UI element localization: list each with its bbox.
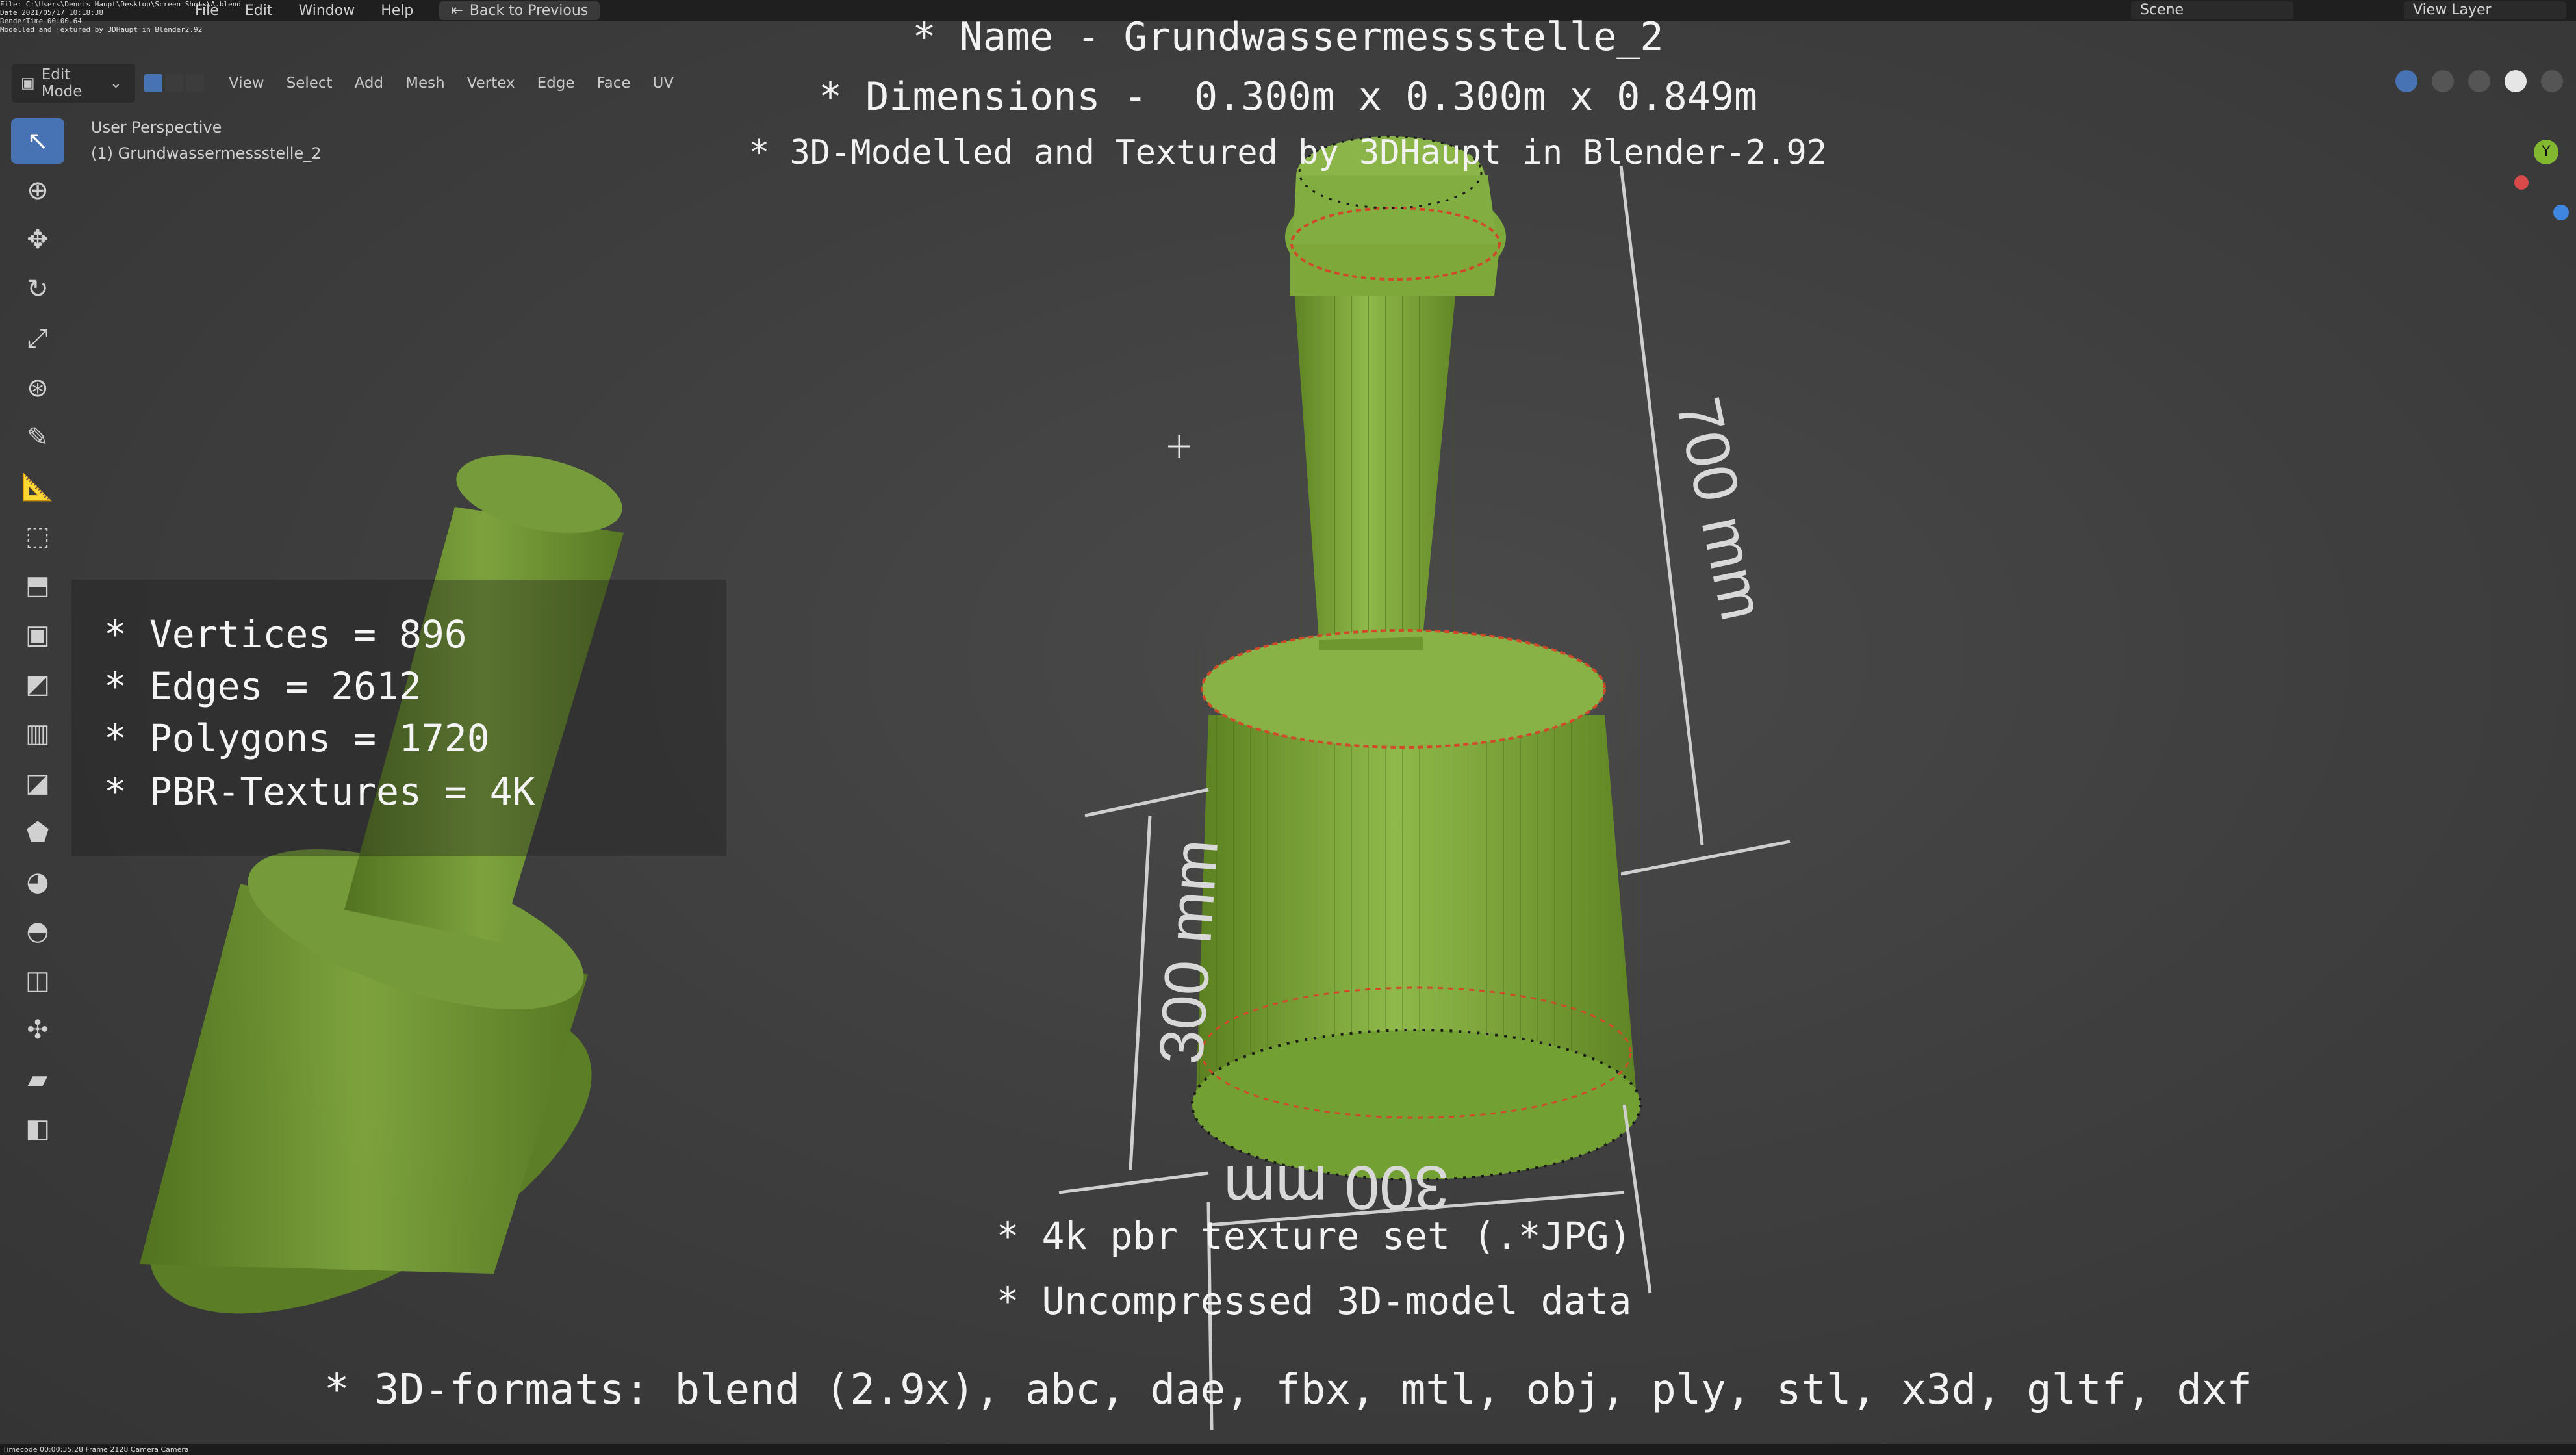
gizmo-z-axis[interactable] bbox=[2553, 205, 2569, 220]
3d-viewport[interactable]: File Edit Window Help ⇤ Back to Previous… bbox=[0, 0, 2576, 1455]
name-line: * Name - Grundwassermessstelle_2 bbox=[912, 14, 1664, 60]
pbr-textures-stat: * PBR-Textures = 4K bbox=[104, 769, 535, 814]
main-model bbox=[1191, 135, 1644, 1181]
gizmo-y-axis[interactable]: Y bbox=[2534, 140, 2558, 164]
polygons-stat: * Polygons = 1720 bbox=[104, 716, 490, 760]
3d-cursor-icon bbox=[1168, 435, 1190, 458]
width-dimension-label: 300 mm bbox=[1223, 1153, 1449, 1222]
height-dimension-label: 700 mm bbox=[1663, 391, 1778, 626]
uncompressed-line: * Uncompressed 3D-model data bbox=[996, 1279, 1632, 1323]
formats-line: * 3D-formats: blend (2.9x), abc, dae, fb… bbox=[324, 1366, 2252, 1414]
gizmo-x-axis[interactable] bbox=[2514, 175, 2529, 190]
dimensions-line: * Dimensions - 0.300m x 0.300m x 0.849m bbox=[819, 74, 1757, 120]
vertices-stat: * Vertices = 896 bbox=[104, 612, 467, 656]
stats-panel: * Vertices = 896 * Edges = 2612 * Polygo… bbox=[71, 580, 726, 856]
texture-set-line: * 4k pbr texture set (.*JPG) bbox=[996, 1214, 1632, 1258]
status-bar: Timecode 00:00:35:28 Frame 2128 Camera C… bbox=[0, 1444, 2576, 1455]
edges-stat: * Edges = 2612 bbox=[104, 664, 422, 708]
credit-line: * 3D-Modelled and Textured by 3DHaupt in… bbox=[748, 133, 1828, 172]
